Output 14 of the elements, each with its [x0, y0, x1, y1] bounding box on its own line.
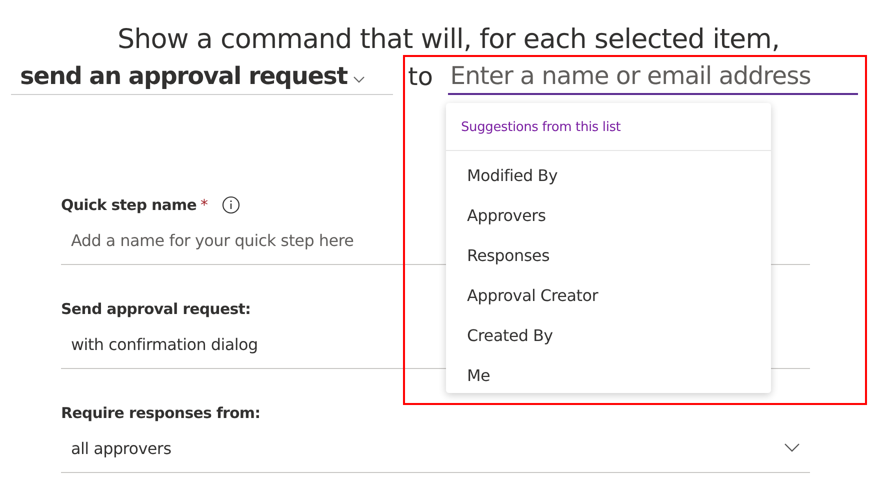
heading-text: Show a command that will, for each selected item,	[116, 24, 781, 55]
required-mark: *	[200, 196, 208, 214]
suggestion-item[interactable]: Modified By	[446, 156, 771, 196]
dropdown-field[interactable]: all approvers	[61, 424, 810, 473]
chevron-icon	[784, 443, 800, 453]
menu-title: Suggestions from this list	[446, 103, 771, 151]
info-icon[interactable]	[222, 196, 240, 214]
chevron-icon	[353, 76, 366, 84]
field-label: Require responses from:	[61, 404, 260, 422]
field-label: Send approval request:	[61, 300, 251, 318]
field-label: Quick step name	[61, 196, 196, 214]
suggestion-item[interactable]: Approval Creator	[446, 276, 771, 316]
connector-text: to	[408, 62, 434, 93]
action-dropdown[interactable]: send an approval request	[11, 62, 393, 95]
